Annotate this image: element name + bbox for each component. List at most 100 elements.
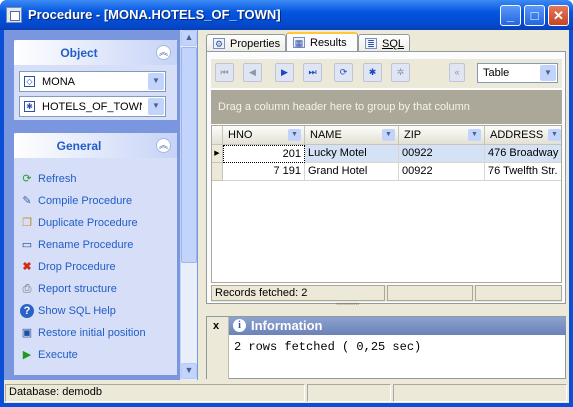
row-indicator-icon: ▶ (212, 145, 223, 163)
group-by-panel[interactable]: Drag a column header here to group by th… (211, 90, 562, 124)
first-record-icon[interactable]: ⏮ (215, 63, 234, 82)
report-icon: ⎙ (22, 283, 32, 295)
drop-icon: ✖ (22, 261, 32, 273)
horizontal-splitter[interactable] (206, 302, 566, 314)
action-label: Duplicate Procedure (38, 217, 138, 229)
grid-footer: Records fetched: 2 (211, 285, 562, 302)
general-group-title: General (56, 139, 102, 153)
information-message: 2 rows fetched ( 0,25 sec) (234, 340, 422, 354)
last-record-icon[interactable]: ⏭ (303, 63, 322, 82)
footer-panel (387, 285, 473, 301)
action-show-sql-help[interactable]: ? Show SQL Help (20, 303, 170, 321)
chevron-down-icon[interactable]: ▼ (540, 65, 556, 81)
maximize-button[interactable]: □ (524, 5, 545, 26)
window-title: Procedure - [MONA.HOTELS_OF_TOWN] (28, 7, 281, 22)
refresh-data-icon[interactable]: ⟳ (334, 63, 353, 82)
rename-icon: ▭ (21, 239, 33, 251)
cell-address[interactable]: 476 Broadway (485, 145, 561, 163)
next-record-icon[interactable]: ▶ (275, 63, 294, 82)
status-bar: Database: demodb (4, 382, 569, 403)
properties-icon: ⚙ (213, 38, 225, 49)
action-restore-initial-position[interactable]: ▣ Restore initial position (20, 325, 170, 343)
help-icon: ? (20, 304, 34, 318)
navigation-scrollbar[interactable]: ▲ ▼ (180, 30, 197, 380)
action-label: Show SQL Help (38, 305, 116, 317)
object-group-title: Object (60, 46, 98, 60)
object-group-header[interactable]: Object ︽ (14, 40, 177, 65)
chevron-down-icon[interactable]: ▼ (548, 129, 561, 141)
scroll-thumb[interactable] (181, 47, 197, 263)
duplicate-icon: ❐ (22, 217, 32, 229)
tab-sql[interactable]: ≣ SQL (358, 34, 410, 52)
action-label: Rename Procedure (38, 239, 134, 251)
chevron-down-icon[interactable]: ▼ (468, 129, 481, 141)
collapse-chevron-icon[interactable]: ︽ (156, 45, 171, 60)
footer-panel (475, 285, 562, 301)
tab-properties[interactable]: ⚙ Properties (206, 34, 286, 52)
column-header-label: NAME (310, 129, 342, 141)
tab-strip: ⚙ Properties ▦ Results ≣ SQL (206, 32, 566, 53)
navigation-pane: Object ︽ ◇ MONA ▼ ✱ HOTELS_OF_TOWN ▼ Gen… (4, 30, 198, 380)
info-icon: i (233, 319, 246, 332)
tab-results[interactable]: ▦ Results (286, 32, 358, 53)
information-title: Information (251, 318, 323, 333)
collapse-chevron-icon[interactable]: ︽ (156, 138, 171, 153)
grid-corner (212, 126, 223, 145)
procedure-select[interactable]: ✱ HOTELS_OF_TOWN ▼ (19, 96, 166, 117)
action-refresh[interactable]: ⟳ Refresh (20, 171, 170, 189)
database-select-value: MONA (42, 76, 75, 88)
column-header-name[interactable]: NAME ▼ (305, 126, 399, 145)
action-label: Report structure (38, 283, 117, 295)
action-rename-procedure[interactable]: ▭ Rename Procedure (20, 237, 170, 255)
database-select[interactable]: ◇ MONA ▼ (19, 71, 166, 92)
vertical-splitter[interactable] (198, 30, 205, 380)
column-header-zip[interactable]: ZIP ▼ (399, 126, 485, 145)
status-panel (307, 384, 391, 402)
action-drop-procedure[interactable]: ✖ Drop Procedure (20, 259, 170, 277)
tab-label: Results (310, 37, 347, 49)
object-group: Object ︽ ◇ MONA ▼ ✱ HOTELS_OF_TOWN ▼ (14, 40, 177, 120)
action-execute[interactable]: ▶ Execute (20, 347, 170, 365)
information-panel: x i Information 2 rows fetched ( 0,25 se… (206, 316, 566, 379)
cell-address[interactable]: 76 Twelfth Str. (485, 163, 561, 181)
chevron-down-icon[interactable]: ▼ (382, 129, 395, 141)
cell-hno[interactable]: 201 (223, 145, 305, 163)
action-compile-procedure[interactable]: ✎ Compile Procedure (20, 193, 170, 211)
prior-record-icon[interactable]: ◀ (243, 63, 262, 82)
cell-zip[interactable]: 00922 (399, 145, 485, 163)
information-close-button[interactable]: x (207, 317, 229, 379)
column-header-address[interactable]: ADDRESS ▼ (485, 126, 561, 145)
status-panel (393, 384, 567, 402)
delete-record-icon[interactable]: ✲ (391, 63, 410, 82)
row-indicator (212, 163, 223, 181)
insert-record-icon[interactable]: ✱ (363, 63, 382, 82)
view-mode-select[interactable]: Table ▼ (477, 63, 558, 83)
minimize-button[interactable]: _ (500, 5, 521, 26)
cell-hno[interactable]: 7 191 (223, 163, 305, 181)
cell-zip[interactable]: 00922 (399, 163, 485, 181)
title-bar[interactable]: Procedure - [MONA.HOTELS_OF_TOWN] _ □ ✕ (0, 0, 573, 30)
chevron-down-icon[interactable]: ▼ (148, 98, 164, 115)
action-duplicate-procedure[interactable]: ❐ Duplicate Procedure (20, 215, 170, 233)
scroll-up-icon[interactable]: ▲ (181, 30, 197, 46)
database-status: Database: demodb (5, 384, 305, 402)
tab-label: Properties (230, 38, 281, 50)
action-label: Compile Procedure (38, 195, 133, 207)
column-header-hno[interactable]: HNO ▼ (223, 126, 305, 145)
column-header-label: ADDRESS (490, 129, 544, 141)
column-header-label: ZIP (404, 129, 422, 141)
cell-name[interactable]: Grand Hotel (305, 163, 399, 181)
general-group: General ︽ ⟳ Refresh ✎ Compile Procedure ❐ D… (14, 133, 177, 375)
double-chevron-left-icon[interactable]: « (449, 63, 465, 82)
chevron-down-icon[interactable]: ▼ (288, 129, 301, 141)
close-button[interactable]: ✕ (548, 5, 569, 26)
action-report-structure[interactable]: ⎙ Report structure (20, 281, 170, 299)
general-group-header[interactable]: General ︽ (14, 133, 177, 158)
chevron-down-icon[interactable]: ▼ (148, 73, 164, 90)
app-icon (6, 7, 22, 23)
scroll-down-icon[interactable]: ▼ (181, 363, 197, 379)
cell-name[interactable]: Lucky Motel (305, 145, 399, 163)
results-grid[interactable]: HNO ▼ NAME ▼ ZIP ▼ ADDRESS ▼ ▶ 201 Lucky Mot… (211, 125, 562, 283)
group-by-hint: Drag a column header here to group by th… (218, 101, 470, 113)
view-mode-value: Table (483, 67, 510, 79)
